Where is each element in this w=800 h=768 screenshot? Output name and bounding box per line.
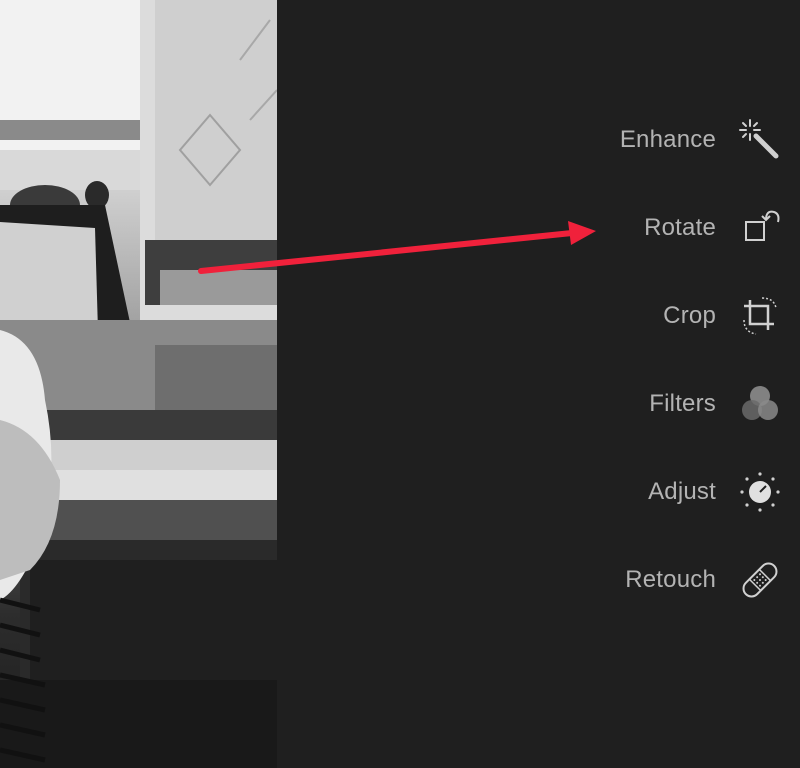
annotation-arrow [198,221,596,274]
